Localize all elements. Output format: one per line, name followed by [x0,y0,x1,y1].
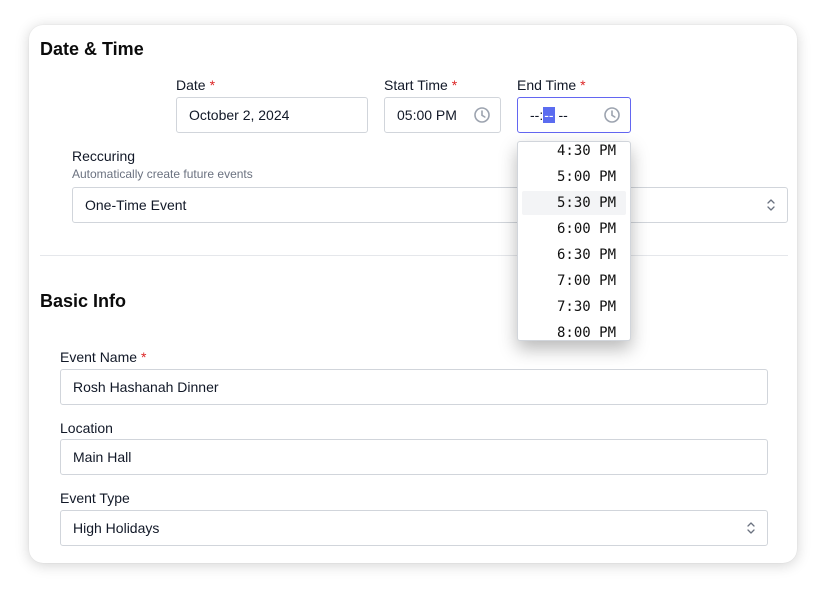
date-label: Date * [176,77,215,93]
time-option[interactable]: 4:30 PM [522,142,626,163]
event-type-label: Event Type [60,490,130,506]
start-time-label: Start Time * [384,77,457,93]
section-title-basic-info: Basic Info [40,291,127,311]
clock-icon[interactable] [473,106,491,124]
event-type-select[interactable]: High Holidays [60,510,768,546]
time-option[interactable]: 5:00 PM [522,165,626,189]
start-time-value: 05:00 PM [397,107,457,123]
date-value: October 2, 2024 [189,107,290,123]
event-name-label: Event Name * [60,349,147,365]
chevron-up-down-icon [747,522,755,534]
location-value: Main Hall [73,449,132,465]
date-input[interactable]: October 2, 2024 [176,97,368,133]
recurring-help-text: Automatically create future events [72,167,253,181]
section-title-date-time: Date & Time [40,39,144,59]
required-mark: * [209,77,216,93]
event-type-value: High Holidays [73,520,160,536]
end-time-label-text: End Time [517,77,577,93]
location-input[interactable]: Main Hall [60,439,768,475]
event-form-card: Date & Time Date * October 2, 2024 Start … [29,25,797,563]
required-mark: * [580,77,586,93]
recurring-label: Reccuring [72,148,136,164]
time-option[interactable]: 7:00 PM [522,269,626,293]
start-time-input[interactable]: 05:00 PM [384,97,501,133]
end-ampm-segment[interactable]: -- [558,107,567,123]
chevron-up-down-icon [767,199,775,211]
time-option[interactable]: 7:30 PM [522,295,626,319]
end-minute-segment[interactable]: -- [543,107,555,123]
recurring-select[interactable]: One-Time Event [72,187,788,223]
event-name-label-text: Event Name [60,349,138,365]
required-mark: * [451,77,458,93]
end-hour-segment[interactable]: -- [530,107,539,123]
date-label-text: Date [176,77,206,93]
clock-icon[interactable] [603,106,621,124]
required-mark: * [141,349,147,365]
time-option[interactable]: 6:00 PM [522,217,626,241]
location-label: Location [60,420,113,436]
end-time-input[interactable]: --: -- -- [517,97,631,133]
start-time-label-text: Start Time [384,77,448,93]
recurring-value: One-Time Event [85,197,187,213]
time-option[interactable]: 6:30 PM [522,243,626,267]
section-divider [40,255,788,256]
time-option[interactable]: 8:00 PM [522,321,626,340]
end-time-dropdown[interactable]: 4:30 PM 5:00 PM 5:30 PM 6:00 PM 6:30 PM … [517,141,631,341]
time-option-highlighted[interactable]: 5:30 PM [522,191,626,215]
event-name-input[interactable]: Rosh Hashanah Dinner [60,369,768,405]
end-time-label: End Time * [517,77,586,93]
event-name-value: Rosh Hashanah Dinner [73,379,219,395]
